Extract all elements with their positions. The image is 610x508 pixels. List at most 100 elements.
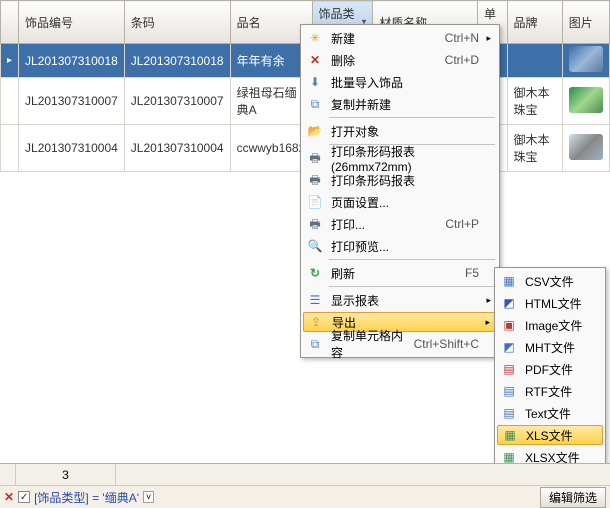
edit-filter-button[interactable]: 编辑筛选 bbox=[540, 487, 606, 508]
print-preview-icon: 🔍 bbox=[307, 238, 323, 254]
export-icon: ⇪ bbox=[308, 314, 324, 330]
menu-label: Image文件 bbox=[525, 317, 582, 334]
col-brand[interactable]: 品牌 bbox=[507, 1, 562, 44]
filter-expression: [饰品类型] = '缅典A' bbox=[34, 489, 139, 506]
cell-pic[interactable] bbox=[562, 125, 609, 172]
print-icon: 🖶 bbox=[307, 172, 323, 188]
pager-count: 3 bbox=[16, 464, 116, 485]
menu-print-preview[interactable]: 🔍打印预览... bbox=[303, 235, 497, 257]
menu-batch-import[interactable]: ⬇ 批量导入饰品 bbox=[303, 71, 497, 93]
menu-label: 打印... bbox=[331, 216, 365, 233]
row-indicator-header[interactable] bbox=[1, 1, 19, 44]
menu-print-barcode2[interactable]: 🖶 打印条形码报表 bbox=[303, 169, 497, 191]
report-icon: ☰ bbox=[307, 292, 323, 308]
chevron-right-icon: ▸ bbox=[486, 33, 491, 44]
menu-label: 页面设置... bbox=[331, 194, 389, 211]
filter-checkbox[interactable]: ✓ bbox=[18, 491, 30, 503]
cell-pic[interactable] bbox=[562, 78, 609, 125]
thumbnail bbox=[569, 87, 603, 113]
delete-icon: ✕ bbox=[307, 52, 323, 68]
new-icon: ✳ bbox=[307, 30, 323, 46]
pager-indicator bbox=[0, 464, 16, 485]
menu-label: 删除 bbox=[331, 52, 355, 69]
menu-new[interactable]: ✳ 新建 Ctrl+N ▸ bbox=[303, 27, 497, 49]
cell-barcode[interactable]: JL201307310004 bbox=[124, 125, 230, 172]
menu-label: Text文件 bbox=[525, 405, 571, 422]
copy-icon: ⧉ bbox=[307, 96, 323, 112]
submenu-rtf[interactable]: ▤ RTF文件 bbox=[497, 380, 603, 402]
csv-icon: ▦ bbox=[501, 273, 517, 289]
cell-pic[interactable] bbox=[562, 44, 609, 78]
cell-barcode[interactable]: JL201307310018 bbox=[124, 44, 230, 78]
col-pic[interactable]: 图片 bbox=[562, 1, 609, 44]
cell-code[interactable]: JL201307310007 bbox=[19, 78, 125, 125]
shortcut: Ctrl+P bbox=[445, 217, 479, 231]
context-menu: ✳ 新建 Ctrl+N ▸ ✕ 删除 Ctrl+D ⬇ 批量导入饰品 ⧉复制并新建 📂 打开对… bbox=[300, 24, 500, 358]
shortcut: F5 bbox=[465, 266, 479, 280]
folder-icon: 📂 bbox=[307, 123, 323, 139]
submenu-text[interactable]: ▤ Text文件 bbox=[497, 402, 603, 424]
submenu-mht[interactable]: ◩MHT文件 bbox=[497, 336, 603, 358]
submenu-pdf[interactable]: ▤PDF文件 bbox=[497, 358, 603, 380]
menu-label: 批量导入饰品 bbox=[331, 74, 403, 91]
cell-brand[interactable] bbox=[507, 44, 562, 78]
col-barcode[interactable]: 条码 bbox=[124, 1, 230, 44]
menu-open-object[interactable]: 📂 打开对象 bbox=[303, 120, 497, 142]
shortcut: Ctrl+Shift+C bbox=[414, 337, 479, 351]
pdf-icon: ▤ bbox=[501, 361, 517, 377]
footer: 3 ✕ ✓ [饰品类型] = '缅典A' ˅ 编辑筛选 bbox=[0, 463, 610, 508]
filter-bar: ✕ ✓ [饰品类型] = '缅典A' ˅ 编辑筛选 bbox=[0, 486, 610, 508]
page-setup-icon: 📄 bbox=[307, 194, 323, 210]
menu-refresh[interactable]: ↻刷新F5 bbox=[303, 262, 497, 284]
image-icon: ▣ bbox=[501, 317, 517, 333]
menu-print-barcode[interactable]: 🖶打印条形码报表(26mmx72mm) bbox=[303, 147, 497, 169]
cell-brand[interactable]: 御木本珠宝 bbox=[507, 125, 562, 172]
thumbnail bbox=[569, 46, 603, 72]
menu-page-setup[interactable]: 📄 页面设置... bbox=[303, 191, 497, 213]
separator bbox=[329, 286, 495, 287]
cell-code[interactable]: JL201307310018 bbox=[19, 44, 125, 78]
row-indicator bbox=[1, 78, 19, 125]
menu-label: 显示报表 bbox=[331, 292, 379, 309]
row-pointer-icon: ▸ bbox=[1, 44, 19, 78]
menu-label: 打印条形码报表 bbox=[331, 172, 415, 189]
separator bbox=[329, 259, 495, 260]
submenu-csv[interactable]: ▦ CSV文件 bbox=[497, 270, 603, 292]
copy-cell-icon: ⧉ bbox=[307, 336, 323, 352]
menu-label: RTF文件 bbox=[525, 383, 572, 400]
cell-barcode[interactable]: JL201307310007 bbox=[124, 78, 230, 125]
export-submenu: ▦CSV文件 ◩HTML文件 ▣Image文件 ◩MHT文件 ▤PDF文件 ▤R… bbox=[494, 267, 606, 471]
chevron-right-icon: ▸ bbox=[486, 295, 491, 306]
cell-brand[interactable]: 御木本珠宝 bbox=[507, 78, 562, 125]
menu-copy-new[interactable]: ⧉复制并新建 bbox=[303, 93, 497, 115]
text-icon: ▤ bbox=[501, 405, 517, 421]
import-icon: ⬇ bbox=[307, 74, 323, 90]
menu-label: 刷新 bbox=[331, 265, 355, 282]
menu-print[interactable]: 🖶打印...Ctrl+P bbox=[303, 213, 497, 235]
cell-code[interactable]: JL201307310004 bbox=[19, 125, 125, 172]
menu-label: CSV文件 bbox=[525, 273, 574, 290]
html-icon: ◩ bbox=[501, 295, 517, 311]
chevron-right-icon: ▸ bbox=[485, 317, 490, 328]
shortcut: Ctrl+D bbox=[445, 53, 479, 67]
submenu-image[interactable]: ▣ Image文件 bbox=[497, 314, 603, 336]
menu-delete[interactable]: ✕ 删除 Ctrl+D bbox=[303, 49, 497, 71]
close-filter-icon[interactable]: ✕ bbox=[4, 490, 14, 504]
filter-dropdown-icon[interactable]: ˅ bbox=[143, 491, 154, 503]
rtf-icon: ▤ bbox=[501, 383, 517, 399]
menu-label: XLS文件 bbox=[526, 427, 573, 444]
menu-copy-cell[interactable]: ⧉复制单元格内容Ctrl+Shift+C bbox=[303, 333, 497, 355]
xls-icon: ▦ bbox=[502, 427, 518, 443]
menu-show-report[interactable]: ☰ 显示报表 ▸ bbox=[303, 289, 497, 311]
col-code[interactable]: 饰品编号 bbox=[19, 1, 125, 44]
submenu-html[interactable]: ◩HTML文件 bbox=[497, 292, 603, 314]
menu-label: MHT文件 bbox=[525, 339, 575, 356]
submenu-xls[interactable]: ▦ XLS文件 bbox=[497, 425, 603, 445]
menu-label: 新建 bbox=[331, 30, 355, 47]
shortcut: Ctrl+N bbox=[445, 31, 479, 45]
print-icon: 🖶 bbox=[307, 150, 323, 166]
pager-row: 3 bbox=[0, 464, 610, 486]
thumbnail bbox=[569, 134, 603, 160]
menu-label: 打开对象 bbox=[331, 123, 379, 140]
menu-label: 复制单元格内容 bbox=[331, 327, 414, 361]
